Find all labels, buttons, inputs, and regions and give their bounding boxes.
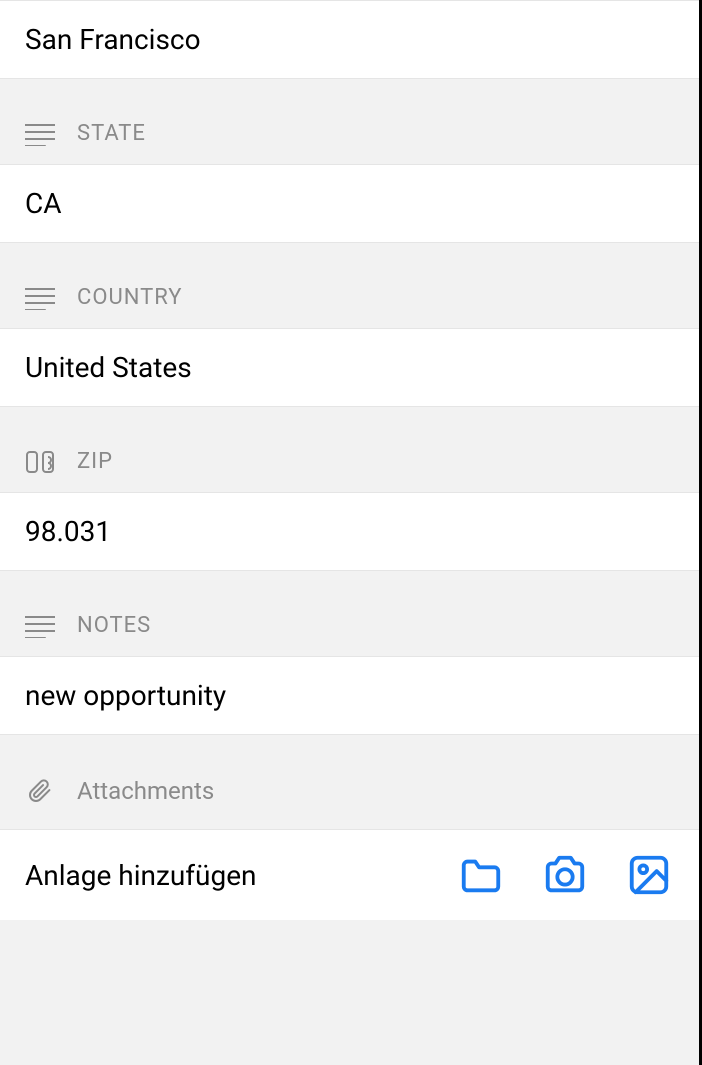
paperclip-icon (25, 779, 55, 803)
camera-button[interactable] (542, 852, 588, 898)
state-header: STATE (0, 79, 699, 165)
image-button[interactable] (626, 852, 672, 898)
city-value[interactable]: San Francisco (0, 0, 699, 79)
country-value[interactable]: United States (0, 329, 699, 407)
text-icon (25, 122, 55, 146)
text-icon (25, 614, 55, 638)
state-value[interactable]: CA (0, 165, 699, 243)
text-icon (25, 286, 55, 310)
add-attachment-row: Anlage hinzufügen (0, 829, 699, 920)
notes-label: NOTES (77, 613, 151, 638)
zip-header: ZIP (0, 407, 699, 493)
country-label: COUNTRY (77, 285, 182, 310)
notes-header: NOTES (0, 571, 699, 657)
attachments-label: Attachments (77, 777, 214, 805)
attachments-header: Attachments (0, 735, 699, 829)
add-attachment-label[interactable]: Anlage hinzufügen (25, 859, 257, 892)
state-label: STATE (77, 121, 146, 146)
notes-value[interactable]: new opportunity (0, 657, 699, 735)
number-icon (25, 450, 55, 474)
folder-button[interactable] (458, 852, 504, 898)
zip-label: ZIP (77, 449, 113, 474)
zip-value[interactable]: 98.031 (0, 493, 699, 571)
country-header: COUNTRY (0, 243, 699, 329)
attachment-actions (458, 852, 672, 898)
